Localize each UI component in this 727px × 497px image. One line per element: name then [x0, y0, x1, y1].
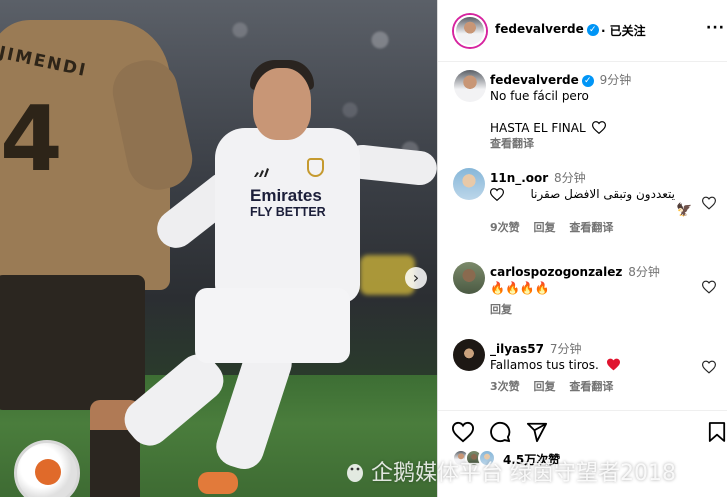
opponent-player — [90, 430, 140, 497]
comment-text: يتعددون وتبقى الافضل صقرنا — [530, 187, 675, 201]
comment-meta: 回复 — [490, 302, 700, 318]
sponsor-line-1: Emirates — [250, 186, 322, 205]
reply-button[interactable]: 回复 — [534, 380, 556, 393]
sponsor-line-2: FLY BETTER — [250, 205, 326, 219]
avatar[interactable] — [453, 262, 485, 294]
like-comment-icon[interactable] — [702, 280, 716, 294]
comment-body: carlospozogonzalez 8分钟 🔥🔥🔥🔥 回复 — [490, 264, 700, 318]
author-username[interactable]: fedevalverde ✓ — [495, 22, 599, 36]
caption-line-2: HASTA EL FINAL — [490, 121, 586, 135]
club-crest-icon — [307, 158, 324, 177]
falcon-emoji-icon: 🦅 — [676, 203, 693, 218]
reply-button[interactable]: 回复 — [490, 303, 512, 316]
heart-outline-icon — [490, 188, 504, 201]
player — [253, 68, 311, 140]
send-icon[interactable] — [526, 421, 548, 443]
opponent-player — [0, 275, 145, 410]
dot-separator: · — [601, 24, 606, 38]
chevron-right-icon[interactable]: › — [405, 267, 427, 289]
reply-button[interactable]: 回复 — [534, 221, 556, 234]
verified-icon: ✓ — [586, 23, 599, 36]
caption-body: fedevalverde ✓ 9分钟 No fue fácil pero HAST… — [490, 72, 700, 152]
bookmark-icon[interactable] — [708, 421, 726, 443]
player-boot — [198, 472, 238, 494]
comment-username[interactable]: carlospozogonzalez — [490, 265, 622, 279]
translate-button[interactable]: 查看翻译 — [569, 380, 613, 393]
comments-list[interactable]: fedevalverde ✓ 9分钟 No fue fácil pero HAST… — [438, 62, 727, 407]
comment-text: Fallamos tus tiros. — [490, 358, 599, 372]
comment-time[interactable]: 8分钟 — [628, 265, 660, 279]
caption-line-1: No fue fácil pero — [490, 89, 589, 103]
comment-body: _ilyas57 7分钟 Fallamos tus tiros. 3次赞 回复 … — [490, 341, 700, 395]
comment-text-wrap: Fallamos tus tiros. — [490, 357, 700, 373]
jersey-sponsor: Emirates FLY BETTER — [250, 186, 340, 219]
like-comment-icon[interactable] — [702, 360, 716, 374]
follow-status-button[interactable]: · 已关注 — [601, 22, 646, 39]
caption-line-2-wrap: HASTA EL FINAL — [490, 120, 700, 136]
football — [14, 440, 80, 497]
comment-likes[interactable]: 3次赞 — [490, 380, 520, 393]
red-heart-icon — [606, 358, 620, 371]
watermark-text: 企鹅媒体平台 绿茵守望者2018 — [371, 461, 676, 486]
comment-text: 🔥🔥🔥🔥 — [490, 281, 550, 295]
player-shorts — [195, 288, 350, 363]
author-name-text[interactable]: fedevalverde — [495, 22, 584, 36]
comment-likes[interactable]: 9次赞 — [490, 221, 520, 234]
caption-translate[interactable]: 查看翻译 — [490, 136, 700, 152]
kit-brand-icon — [253, 166, 269, 181]
caption-time[interactable]: 9分钟 — [600, 73, 632, 87]
comment-meta: 9次赞 回复 查看翻译 — [490, 220, 700, 236]
comment-time[interactable]: 8分钟 — [554, 171, 586, 185]
heart-icon[interactable] — [452, 421, 474, 443]
post-photo[interactable]: JIMENDI 4 Emirates FLY BETTER › — [0, 0, 437, 497]
comment-text-wrap: يتعددون وتبقى الافضل صقرنا 🦅 — [490, 186, 700, 218]
avatar[interactable] — [454, 15, 486, 47]
like-comment-icon[interactable] — [702, 196, 716, 210]
post-header: fedevalverde ✓ · 已关注 ··· — [438, 0, 727, 62]
post-side-panel: fedevalverde ✓ · 已关注 ··· fedevalverde ✓ 9分钟… — [437, 0, 727, 497]
follow-status-label[interactable]: 已关注 — [610, 24, 646, 38]
comment-username[interactable]: _ilyas57 — [490, 342, 544, 356]
penguin-logo-icon — [347, 464, 363, 482]
translate-button[interactable]: 查看翻译 — [569, 221, 613, 234]
comment-meta: 3次赞 回复 查看翻译 — [490, 379, 700, 395]
avatar[interactable] — [453, 339, 485, 371]
caption-username[interactable]: fedevalverde — [490, 73, 579, 87]
avatar[interactable] — [454, 70, 486, 102]
verified-icon: ✓ — [581, 74, 594, 87]
heart-outline-icon — [591, 121, 606, 135]
comment-username[interactable]: 11n_.oor — [490, 171, 548, 185]
comment-icon[interactable] — [489, 421, 511, 443]
comment-body: 11n_.oor 8分钟 يتعددون وتبقى الافضل صقرنا … — [490, 170, 700, 236]
comment-time[interactable]: 7分钟 — [550, 342, 582, 356]
more-icon[interactable]: ··· — [706, 20, 725, 36]
avatar[interactable] — [453, 168, 485, 200]
opponent-shirt-number: 4 — [0, 87, 63, 192]
comment-spacer — [490, 202, 700, 220]
watermark: 企鹅媒体平台 绿茵守望者2018 — [345, 455, 676, 487]
